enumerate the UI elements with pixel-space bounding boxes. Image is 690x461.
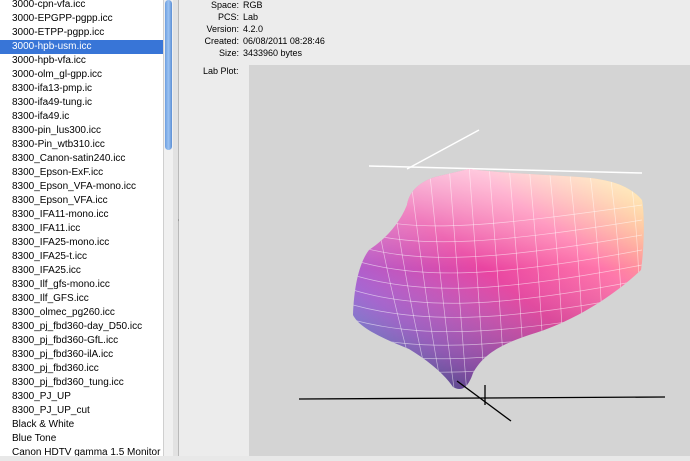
info-pcs-value: Lab [243,12,259,22]
profile-list-item[interactable]: 3000-ETPP-pgpp.icc [0,26,163,40]
profile-list-item[interactable]: 8300-ifa49.ic [0,110,163,124]
profile-list-item[interactable]: 8300_IFA25.icc [0,264,163,278]
profile-list-item[interactable]: 8300_PJ_UP_cut [0,404,163,418]
profile-list-item[interactable]: Black & White [0,418,163,432]
info-space-value: RGB [243,0,263,10]
profile-list-item[interactable]: 8300_PJ_UP [0,390,163,404]
profile-list-item[interactable]: 8300_pj_fbd360_tung.icc [0,376,163,390]
profile-list-item[interactable]: 8300_olmec_pg260.icc [0,306,163,320]
info-version-value: 4.2.0 [243,24,264,34]
lab-gamut-3d-plot[interactable] [249,65,690,456]
info-created-value: 06/08/2011 08:28:46 [243,36,325,46]
profile-list-item[interactable]: 8300_Ilf_gfs-mono.icc [0,278,163,292]
profile-details: Space: RGB PCS: Lab Version: 4.2.0 Creat… [179,0,690,456]
profile-list-item[interactable]: 8300_IFA25-t.icc [0,250,163,264]
profile-list[interactable]: 3000-cpn-vfa.icc 3000-EPGPP-pgpp.icc 3000-… [0,0,163,456]
info-size-value: 3433960 bytes [243,48,303,58]
profile-list-item[interactable]: 8300_pj_fbd360-GfL.icc [0,334,163,348]
axis-b-minus [456,380,512,422]
profile-list-scrollbar[interactable] [163,0,173,456]
profile-list-item[interactable]: 8300_Ilf_GFS.icc [0,292,163,306]
profile-list-item[interactable]: 3000-hpb-vfa.icc [0,54,163,68]
info-size-label: Size: [218,48,239,58]
scrollbar-thumb[interactable] [165,0,172,150]
axis-a-plus [368,165,643,174]
profile-list-item[interactable]: 8300_pj_fbd360-ilA.icc [0,348,163,362]
profile-list-item[interactable]: 8300_IFA11-mono.icc [0,208,163,222]
profile-list-item[interactable]: Canon HDTV gamma 1.5 Monitor [0,446,163,456]
profile-list-item[interactable]: 8300_pj_fbd360.icc [0,362,163,376]
profile-list-item[interactable]: Blue Tone [0,432,163,446]
profile-list-item[interactable]: 8300_pj_fbd360-day_D50.icc [0,320,163,334]
gamut-surface [353,169,644,390]
info-version-label: Version: [206,24,239,34]
profile-list-item[interactable]: 3000-EPGPP-pgpp.icc [0,12,163,26]
profile-list-item[interactable]: 8300-Pin_wtb310.icc [0,138,163,152]
profile-list-item[interactable]: 8300_Epson-ExF.icc [0,166,163,180]
profile-list-item[interactable]: 8300-ifa13-pmp.ic [0,82,163,96]
profile-list-item[interactable]: 8300-ifa49-tung.ic [0,96,163,110]
profile-list-item[interactable]: 8300_IFA11.icc [0,222,163,236]
axis-b-plus [406,129,480,170]
profile-list-item[interactable]: 8300-pin_lus300.icc [0,124,163,138]
profile-list-item[interactable]: 3000-olm_gl-gpp.icc [0,68,163,82]
profile-list-item[interactable]: 8300_Epson_VFA.icc [0,194,163,208]
profile-list-item[interactable]: 8300_Canon-satin240.icc [0,152,163,166]
info-pcs-label: PCS: [217,12,239,22]
lab-plot-view[interactable] [249,65,690,456]
profile-list-item[interactable]: 8300_IFA25-mono.icc [0,236,163,250]
profile-list-item[interactable]: 3000-cpn-vfa.icc [0,0,163,12]
axis-a-minus [298,396,666,400]
profile-list-item[interactable]: 8300_Epson_VFA-mono.icc [0,180,163,194]
info-space-label: Space: [210,0,239,10]
lab-plot-label: Lab Plot: [203,66,239,76]
profile-list-item[interactable]: 3000-hpb-usm.icc [0,40,163,54]
info-created-label: Created: [204,36,239,46]
